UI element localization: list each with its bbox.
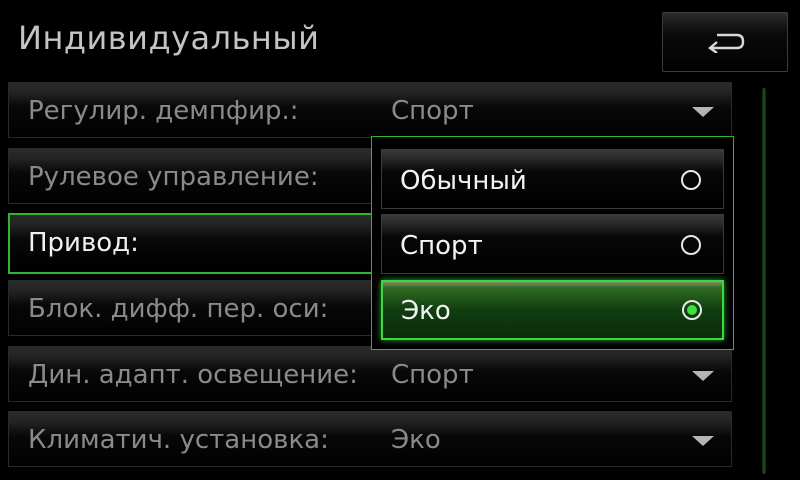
radio-checked-icon <box>682 300 702 320</box>
drive-mode-popup: Обычный Спорт Эко <box>371 136 734 350</box>
setting-row-damping[interactable]: Регулир. демпфир.: Спорт <box>8 82 732 138</box>
radio-unchecked-icon <box>681 235 701 255</box>
dropdown-arrow-icon <box>692 371 714 381</box>
option-label: Эко <box>401 296 451 326</box>
setting-row-climate[interactable]: Климатич. установка: Эко <box>8 411 732 467</box>
setting-label: Рулевое управление: <box>28 162 319 192</box>
setting-row-adaptive-lighting[interactable]: Дин. адапт. освещение: Спорт <box>8 346 732 402</box>
setting-label: Блок. дифф. пер. оси: <box>28 294 329 324</box>
scrollbar[interactable] <box>762 88 766 474</box>
option-normal[interactable]: Обычный <box>381 149 724 209</box>
setting-label: Привод: <box>28 228 139 258</box>
setting-value: Спорт <box>391 96 474 126</box>
option-label: Спорт <box>400 231 483 261</box>
dropdown-arrow-icon <box>692 107 714 117</box>
radio-unchecked-icon <box>681 170 701 190</box>
setting-label: Климатич. установка: <box>28 425 329 455</box>
return-arrow-icon <box>708 33 745 53</box>
setting-value: Спорт <box>391 360 474 390</box>
page-title: Индивидуальный <box>18 19 320 57</box>
settings-screen: Индивидуальный Регулир. демпфир.: Спорт … <box>0 0 800 480</box>
option-sport[interactable]: Спорт <box>381 214 724 274</box>
option-eco[interactable]: Эко <box>381 280 724 340</box>
option-label: Обычный <box>400 166 527 196</box>
setting-label: Регулир. демпфир.: <box>28 96 299 126</box>
setting-label: Дин. адапт. освещение: <box>28 360 358 390</box>
dropdown-arrow-icon <box>692 436 714 446</box>
setting-value: Эко <box>391 425 441 455</box>
back-button[interactable] <box>662 12 788 72</box>
